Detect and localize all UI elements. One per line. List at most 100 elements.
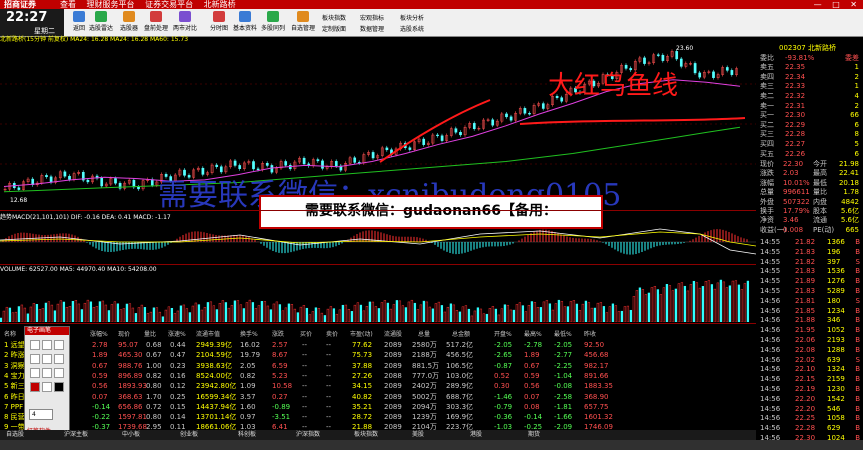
white-color-swatch[interactable]	[42, 382, 52, 392]
column-header[interactable]: 开盘%	[494, 330, 512, 340]
menu-selection-system[interactable]: 选股系统	[400, 24, 424, 33]
minimize-button[interactable]: —	[814, 0, 822, 9]
volume-bar	[497, 314, 501, 322]
column-header[interactable]: 最低%	[554, 330, 572, 340]
tab-5[interactable]: 沪深指数	[296, 430, 320, 440]
tab-4[interactable]: 科创板	[238, 430, 256, 440]
macd-chart[interactable]	[0, 220, 756, 264]
column-header[interactable]: 涨幅%	[90, 330, 108, 340]
toolbar-premarket-button[interactable]: 盘前处理	[141, 9, 171, 36]
volume-bar	[686, 290, 690, 322]
column-header[interactable]: 流通市值	[196, 330, 220, 340]
volume-bar	[143, 307, 147, 322]
rect-icon[interactable]	[30, 368, 40, 378]
arrow-icon[interactable]	[30, 354, 40, 364]
table-cell: -2.58	[554, 392, 573, 401]
candle	[454, 128, 458, 133]
tick-row: 14:55 21.82 397 S	[760, 257, 860, 266]
tab-3[interactable]: 创业板	[180, 430, 198, 440]
candle	[440, 135, 444, 141]
column-header[interactable]: 总金额	[452, 330, 470, 340]
column-header[interactable]: 总量	[418, 330, 430, 340]
column-header[interactable]: 流通股	[384, 330, 402, 340]
volume-bar	[296, 312, 300, 322]
table-cell: 1.60	[240, 402, 256, 411]
black-color-swatch[interactable]	[54, 382, 64, 392]
table-row[interactable]: 1 远望 2.78 95.07 0.68 0.44 2949.39亿 16.02 2.57 --…	[0, 340, 756, 350]
table-row[interactable]: 6 昨日 0.07 368.63 1.70 0.25 16599.34亿 3.57 0.27 -…	[0, 392, 756, 402]
toolbar-watchlist-button[interactable]: 自选管理	[288, 9, 318, 36]
table-row[interactable]: 3 洞察 0.67 988.76 1.00 0.23 3938.63亿 2.05 6.59 --…	[0, 361, 756, 371]
fill-icon[interactable]	[54, 368, 64, 378]
tab-6[interactable]: 板块指数	[354, 430, 378, 440]
column-header[interactable]: 涨跌	[272, 330, 284, 340]
menu-sector-index[interactable]: 板块指数	[322, 13, 346, 22]
column-header[interactable]: 名称	[4, 330, 16, 340]
volume-bar	[542, 301, 546, 322]
table-row[interactable]: 7 PPF -0.14 656.86 0.72 0.15 14437.94亿 1.60 -0.…	[0, 402, 756, 412]
pen-icon[interactable]	[30, 340, 40, 350]
drawing-palette[interactable]: 电子画笔 4 红笔软件	[24, 326, 70, 438]
tab-0[interactable]: 自选股	[6, 430, 24, 440]
tab-8[interactable]: 港股	[470, 430, 482, 440]
table-row[interactable]: 5 新三 0.56 1893.93 0.80 0.12 23942.80亿 1.09 10.5…	[0, 381, 756, 391]
table-row[interactable]: 2 昨涨 1.89 465.30 0.67 0.47 2104.59亿 19.79 8.67 -…	[0, 350, 756, 360]
table-cell: 13701.14亿	[196, 413, 237, 422]
table-cell: --	[326, 382, 332, 391]
column-header[interactable]: 量比	[144, 330, 156, 340]
text-icon[interactable]	[54, 354, 64, 364]
volume-bar	[308, 314, 312, 322]
tab-2[interactable]: 中小板	[122, 430, 140, 440]
toolbar-multi-button[interactable]: 多股同列	[258, 9, 288, 36]
menu-data[interactable]: 数据管理	[360, 24, 384, 33]
column-header[interactable]: 换手%	[240, 330, 258, 340]
table-row[interactable]: 8 民营 -0.22 1597.81 0.80 0.14 13701.14亿 0.97 -3.…	[0, 412, 756, 422]
candle	[509, 116, 513, 121]
toolbar-radar-button[interactable]: 选股雷达	[86, 9, 116, 36]
volume-bar	[173, 313, 177, 322]
pen-size-select[interactable]: 4	[29, 409, 53, 420]
brush-icon[interactable]	[42, 340, 52, 350]
table-cell: 988.76	[118, 361, 143, 370]
table-cell: 656.86	[118, 402, 143, 411]
tab-9[interactable]: 期货	[528, 430, 540, 440]
volume-bar	[284, 307, 288, 322]
column-header[interactable]: 昨收	[584, 330, 596, 340]
menu-sector-analysis[interactable]: 板块分析	[400, 13, 424, 22]
column-header[interactable]: 买价	[300, 330, 312, 340]
toolbar-profile-button[interactable]: 基本资料	[230, 9, 260, 36]
menu-layout[interactable]: 定制版面	[322, 24, 346, 33]
toolbar-screener-button[interactable]: 选股器	[114, 9, 144, 36]
red-color-swatch[interactable]	[30, 382, 40, 392]
close-button[interactable]: ✕	[850, 0, 857, 9]
eraser-icon[interactable]	[42, 354, 52, 364]
maximize-button[interactable]: □	[832, 0, 840, 9]
menu-item-stock[interactable]: 北新路桥	[204, 0, 236, 9]
menu-item-view[interactable]: 查看	[60, 0, 76, 9]
volume-bar	[209, 301, 213, 322]
tab-7[interactable]: 美股	[412, 430, 424, 440]
column-header[interactable]: 最高%	[524, 330, 542, 340]
menu-item-finance[interactable]: 理财服务平台	[87, 0, 135, 9]
volume-bar	[509, 309, 513, 322]
table-cell: 28.72	[352, 413, 373, 422]
volume-chart[interactable]	[0, 274, 756, 322]
column-header[interactable]: 现价	[118, 330, 130, 340]
menu-macro[interactable]: 宏观指标	[360, 13, 384, 22]
column-header[interactable]: 市盈(动)	[350, 330, 373, 340]
column-header[interactable]: 卖价	[326, 330, 338, 340]
menu-item-trade[interactable]: 证券交易平台	[145, 0, 193, 9]
ellipse-icon[interactable]	[42, 368, 52, 378]
volume-bar	[353, 304, 357, 322]
line-icon[interactable]	[54, 340, 64, 350]
column-header[interactable]: 涨速%	[168, 330, 186, 340]
toolbar-compare-button[interactable]: 两市对比	[170, 9, 200, 36]
volume-bar	[599, 302, 603, 322]
table-row[interactable]: 4 宝力 0.59 896.89 0.82 0.16 8524.00亿 0.82 5.23 --…	[0, 371, 756, 381]
table-cell: -0.14	[524, 413, 543, 422]
table-cell: 3938.63亿	[196, 361, 232, 370]
candle	[523, 108, 527, 114]
volume-bar	[299, 306, 303, 322]
volume-bar	[164, 309, 168, 322]
tab-1[interactable]: 沪深主板	[64, 430, 88, 440]
